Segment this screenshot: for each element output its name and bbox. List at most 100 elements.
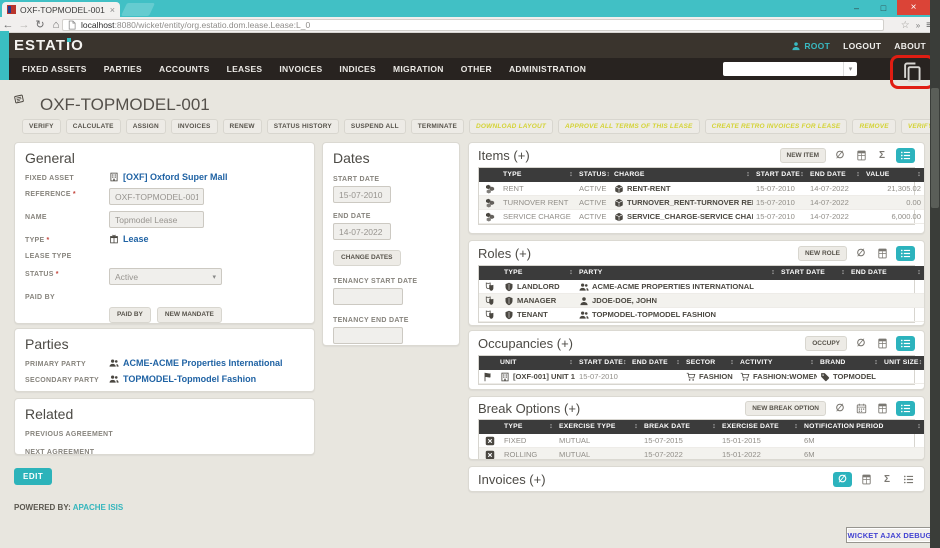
wicket-ajax-debug-button[interactable]: WICKET AJAX DEBUG [846,527,933,543]
list-view-icon[interactable] [896,336,915,351]
items-col-status[interactable]: STATUS↕ [576,168,611,182]
invoices-button[interactable]: INVOICES [171,119,218,134]
brk-col-break-date[interactable]: BREAK DATE↕ [641,420,719,434]
status-select[interactable]: Active ▾ [109,268,222,285]
download-layout-button[interactable]: DOWNLOAD LAYOUT [469,119,553,134]
occ-col-unit-size[interactable]: UNIT SIZE↕ [881,356,924,370]
tenancy-end-date-field[interactable] [333,327,403,344]
url-bar[interactable]: localhost:8080/wicket/entity/org.estatio… [62,19,884,31]
apache-isis-link[interactable]: APACHE ISIS [73,503,124,512]
sector-link[interactable]: FASHION [683,370,737,384]
reload-icon[interactable]: ↻ [32,18,48,31]
verify-button[interactable]: VERIFY [22,119,61,134]
activity-link[interactable]: FASHION:WOMEN [737,370,817,384]
list-view-icon[interactable] [896,148,915,163]
scrollbar[interactable] [930,0,940,548]
hide-columns-icon[interactable]: ∅ [833,149,847,162]
new-tab-button[interactable] [121,3,155,16]
window-maximize-button[interactable]: □ [870,0,897,15]
tab-close-icon[interactable]: × [110,5,115,15]
forward-icon[interactable]: → [16,19,32,31]
scrollbar-thumb[interactable] [931,88,939,208]
change-dates-button[interactable]: CHANGE DATES [333,250,401,266]
export-word-icon[interactable] [854,149,868,162]
nav-leases[interactable]: LEASES [227,64,263,74]
global-search-box[interactable]: ▾ [723,62,857,76]
items-col-end-date[interactable]: END DATE↕ [807,168,863,182]
new-break-option-button[interactable]: NEW BREAK OPTION [745,401,826,416]
roles-col-end-date[interactable]: END DATE↕ [848,266,924,280]
primary-party-link[interactable]: ACME-ACME Properties International [109,358,283,368]
list-view-icon[interactable] [896,246,915,261]
export-word-icon[interactable] [875,247,889,260]
logout-link[interactable]: LOGOUT [843,41,881,51]
occ-col-start-date[interactable]: START DATE↕ [576,356,629,370]
items-col-value[interactable]: VALUE↕ [863,168,924,182]
start-date-field[interactable] [333,186,391,203]
charge-link[interactable]: SERVICE_CHARGE-SERVICE CHARGE [611,210,753,224]
renew-button[interactable]: RENEW [223,119,262,134]
search-input[interactable] [723,62,843,76]
brk-col-type[interactable]: TYPE↕ [501,420,556,434]
about-link[interactable]: ABOUT [894,41,926,51]
nav-indices[interactable]: INDICES [339,64,376,74]
back-icon[interactable]: ← [0,19,16,31]
occ-col-activity[interactable]: ACTIVITY↕ [737,356,817,370]
create-retro-invoices-button[interactable]: CREATE RETRO INVOICES FOR LEASE [705,119,848,134]
nav-migration[interactable]: MIGRATION [393,64,444,74]
window-minimize-button[interactable]: – [843,0,870,15]
nav-accounts[interactable]: ACCOUNTS [159,64,210,74]
secondary-party-link[interactable]: TOPMODEL-Topmodel Fashion [109,374,256,384]
occ-col-end-date[interactable]: END DATE↕ [629,356,683,370]
brk-col-exercise-date[interactable]: EXERCISE DATE↕ [719,420,801,434]
occ-col-sector[interactable]: SECTOR↕ [683,356,737,370]
roles-col-type[interactable]: TYPE↕ [501,266,576,280]
hide-columns-icon[interactable]: ∅ [833,402,847,415]
brand-link[interactable]: TOPMODEL [817,370,881,384]
charge-link[interactable]: TURNOVER_RENT-TURNOVER RENT [611,196,753,210]
items-col-type[interactable]: TYPE↕ [500,168,576,182]
new-role-button[interactable]: NEW ROLE [798,246,847,261]
user-menu[interactable]: ROOT [791,41,830,51]
approve-all-terms-button[interactable]: APPROVE ALL TERMS OF THIS LEASE [558,119,700,134]
nav-administration[interactable]: ADMINISTRATION [509,64,586,74]
terminate-button[interactable]: TERMINATE [411,119,464,134]
brk-col-notification-period[interactable]: NOTIFICATION PERIOD↕ [801,420,924,434]
list-view-icon[interactable] [901,473,915,486]
brk-col-exercise-type[interactable]: EXERCISE TYPE↕ [556,420,641,434]
occ-col-unit[interactable]: UNIT↕ [497,356,576,370]
roles-col-party[interactable]: PARTY↕ [576,266,778,280]
status-history-button[interactable]: STATUS HISTORY [267,119,339,134]
nav-parties[interactable]: PARTIES [104,64,142,74]
edit-button[interactable]: EDIT [14,468,52,485]
search-dropdown-icon[interactable]: ▾ [843,62,857,76]
nav-invoices[interactable]: INVOICES [279,64,322,74]
new-mandate-button[interactable]: NEW MANDATE [157,307,222,323]
brand-logo[interactable]: ESTATIO [14,37,84,54]
roles-col-start-date[interactable]: START DATE↕ [778,266,848,280]
list-view-icon[interactable] [896,401,915,416]
window-close-button[interactable]: × [897,0,930,15]
export-word-icon[interactable] [875,337,889,350]
type-link[interactable]: Lease [109,234,149,244]
new-item-button[interactable]: NEW ITEM [780,148,827,163]
hide-columns-icon[interactable]: ∅ [854,337,868,350]
remove-button[interactable]: REMOVE [852,119,895,134]
items-col-start-date[interactable]: START DATE↕ [753,168,807,182]
unit-link[interactable]: [OXF-001] UNIT 1 [497,370,576,384]
summary-sigma-icon[interactable]: Σ [875,149,889,162]
calendar-view-icon[interactable] [854,402,868,415]
party-link[interactable]: ACME-ACME PROPERTIES INTERNATIONAL [576,280,778,294]
bookmark-star-icon[interactable]: ☆ [901,20,910,31]
summary-sigma-icon[interactable]: Σ [880,473,894,486]
end-date-field[interactable] [333,223,391,240]
export-word-icon[interactable] [875,402,889,415]
suspend-all-button[interactable]: SUSPEND ALL [344,119,406,134]
hide-columns-icon[interactable]: ∅ [854,247,868,260]
occ-col-brand[interactable]: BRAND↕ [817,356,881,370]
items-col-charge[interactable]: CHARGE↕ [611,168,753,182]
nav-other[interactable]: OTHER [461,64,492,74]
browser-tab[interactable]: OXF-TOPMODEL-001 × [2,2,120,17]
assign-button[interactable]: ASSIGN [126,119,166,134]
paid-by-button[interactable]: PAID BY [109,307,151,323]
